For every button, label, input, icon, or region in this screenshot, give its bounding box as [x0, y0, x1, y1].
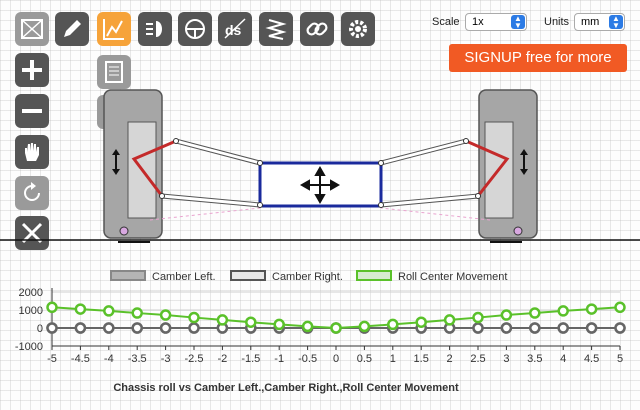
data-point	[74, 303, 87, 315]
crop-icon[interactable]	[15, 12, 49, 46]
data-point	[131, 322, 143, 334]
steering-icon[interactable]	[178, 12, 212, 46]
right-lower-arm	[380, 193, 479, 208]
y-tick-label: 1000	[19, 305, 43, 317]
headlight-icon[interactable]	[138, 12, 172, 46]
data-point	[387, 318, 399, 331]
data-point	[415, 316, 427, 328]
scale-select[interactable]: 1x ▲ ▼	[465, 13, 527, 31]
x-tick-label: -1	[274, 353, 284, 365]
y-tick-label: -1000	[15, 341, 43, 353]
data-point	[443, 314, 456, 326]
units-value: mm	[581, 16, 600, 28]
signup-button[interactable]: SIGNUP free for more	[449, 44, 627, 72]
x-tick-label: -4.5	[71, 353, 90, 365]
units-select[interactable]: mm ▲ ▼	[574, 13, 625, 31]
x-tick-label: -0.5	[298, 353, 317, 365]
data-point	[216, 314, 229, 326]
pencil-icon[interactable]	[55, 12, 89, 46]
line-chart: 2000 1000 0 -1000 -5 -4.5 -4 -3.5 -3 -2.5 -2 -1.5 -1…	[15, 287, 626, 394]
left-upper-arm	[175, 138, 261, 166]
right-wheel	[465, 89, 538, 243]
data-point	[472, 322, 484, 334]
data-point	[188, 322, 200, 334]
data-point	[273, 318, 285, 331]
data-point	[557, 305, 569, 317]
data-point	[585, 322, 598, 334]
data-point	[585, 303, 598, 315]
x-tick-label: 3	[503, 353, 509, 365]
suspension-canvas[interactable]	[0, 80, 640, 260]
x-tick-label: -2	[218, 353, 228, 365]
data-point	[614, 322, 626, 334]
units-label: Units	[544, 16, 570, 28]
data-point	[529, 322, 541, 334]
y-tick-label: 2000	[19, 287, 43, 299]
data-point	[557, 322, 569, 334]
ds-icon[interactable]: ds	[218, 12, 252, 46]
data-point	[614, 301, 626, 314]
right-upper-arm	[380, 138, 467, 166]
x-tick-label: -3.5	[128, 353, 147, 365]
scale-value: 1x	[472, 16, 484, 28]
data-point	[301, 320, 314, 333]
y-tick-label: 0	[37, 323, 43, 335]
data-point	[245, 316, 257, 328]
x-tick-label: -2.5	[185, 353, 204, 365]
x-tick-label: -1.5	[241, 353, 260, 365]
data-point	[500, 322, 513, 334]
x-tick-label: 0.5	[357, 353, 372, 365]
data-point	[472, 311, 484, 324]
data-point	[131, 307, 143, 319]
data-point	[103, 305, 115, 317]
x-tick-label: 2	[447, 353, 453, 365]
data-point	[529, 307, 541, 319]
data-point	[74, 322, 87, 334]
data-point	[103, 322, 115, 334]
data-point	[358, 320, 371, 333]
x-tick-label: 5	[617, 353, 623, 365]
data-point	[46, 322, 58, 334]
x-tick-label: 1	[390, 353, 396, 365]
gear-icon[interactable]	[341, 12, 375, 46]
data-point	[159, 322, 172, 334]
x-tick-label: 4	[560, 353, 566, 365]
spring-icon[interactable]	[259, 12, 293, 46]
x-tick-label: 2.5	[470, 353, 485, 365]
scale-label: Scale	[432, 16, 460, 28]
select-arrows-icon: ▲ ▼	[511, 15, 525, 30]
data-point	[330, 322, 342, 334]
chart-title: Chassis roll vs Camber Left.,Camber Righ…	[113, 382, 459, 394]
data-point	[46, 301, 58, 314]
chart-icon[interactable]	[97, 12, 131, 46]
x-tick-label: -5	[47, 353, 57, 365]
data-point	[159, 309, 172, 321]
x-tick-label: 3.5	[527, 353, 542, 365]
x-tick-label: 0	[333, 353, 339, 365]
left-lower-arm	[161, 193, 261, 208]
x-tick-label: -3	[161, 353, 171, 365]
x-tick-label: 1.5	[414, 353, 429, 365]
link-icon[interactable]	[300, 12, 334, 46]
select-arrows-icon: ▲ ▼	[609, 15, 623, 30]
data-point	[500, 309, 513, 321]
left-wheel	[103, 89, 177, 243]
x-tick-label: 4.5	[584, 353, 599, 365]
data-point	[188, 311, 200, 324]
x-tick-label: -4	[104, 353, 114, 365]
